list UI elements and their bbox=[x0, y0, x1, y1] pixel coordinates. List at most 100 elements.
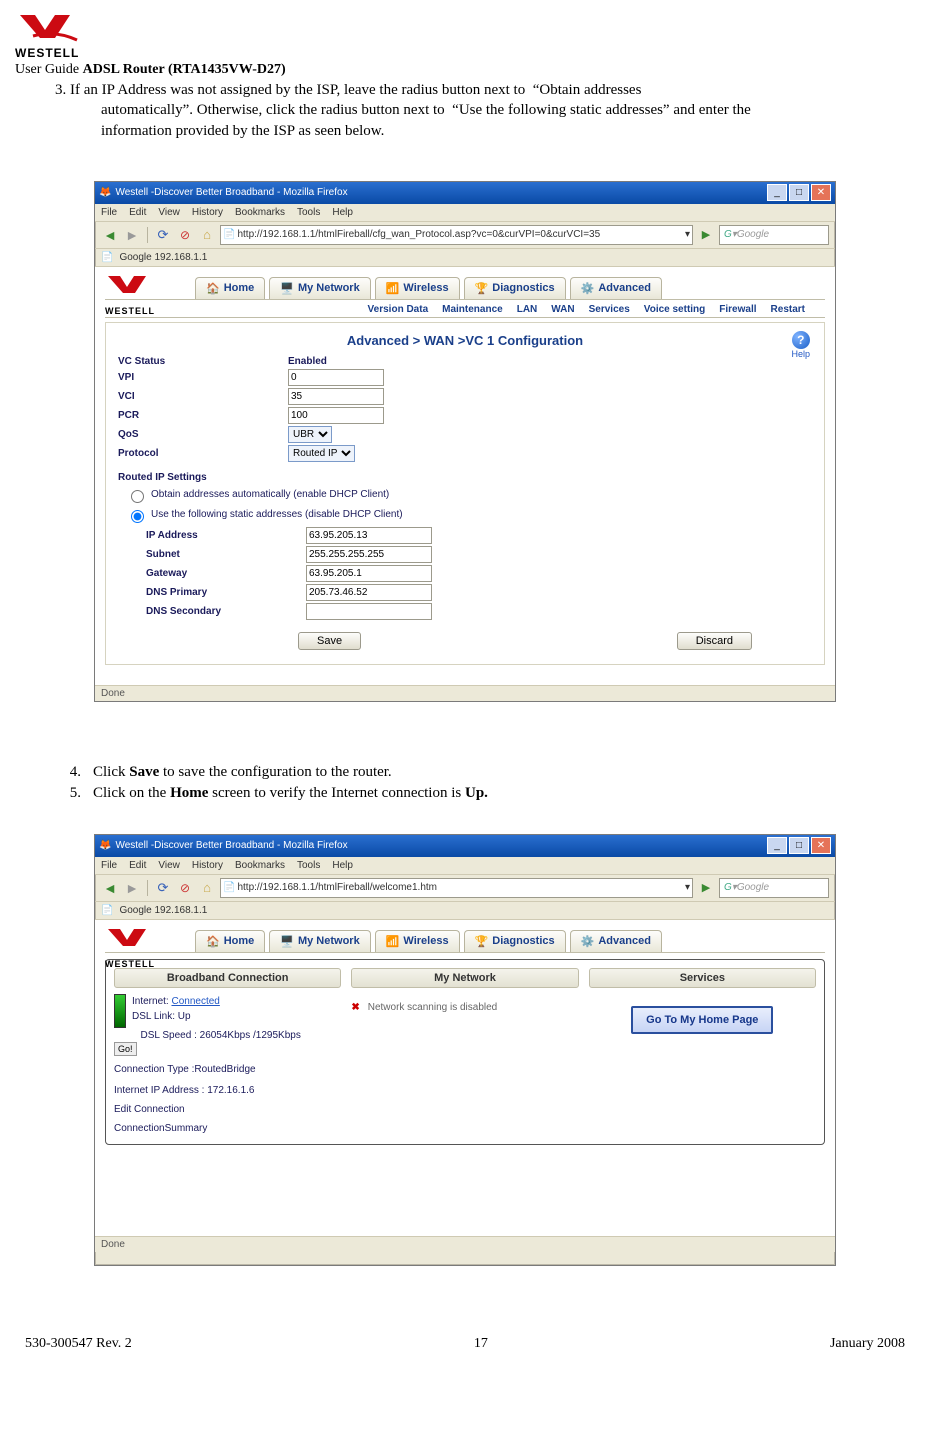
col-mynetwork: My Network bbox=[351, 968, 578, 988]
connection-summary-link[interactable]: ConnectionSummary bbox=[114, 1121, 341, 1136]
back-icon[interactable]: ◄ bbox=[101, 226, 119, 244]
discard-button[interactable]: Discard bbox=[677, 632, 752, 650]
bookmark-item[interactable]: Google 192.168.1.1 bbox=[119, 252, 207, 263]
screenshot-wan-config: 🦊 Westell -Discover Better Broadband - M… bbox=[94, 181, 836, 702]
go-button[interactable]: Go! bbox=[114, 1042, 137, 1056]
doc-header: User Guide ADSL Router (RTA1435VW-D27) bbox=[15, 62, 915, 78]
subtab-restart[interactable]: Restart bbox=[771, 304, 805, 315]
config-panel: ?Help Advanced > WAN >VC 1 Configuration… bbox=[105, 322, 825, 665]
menu-view[interactable]: View bbox=[158, 860, 180, 871]
save-button[interactable]: Save bbox=[298, 632, 361, 650]
menu-history[interactable]: History bbox=[192, 207, 223, 218]
subtab-version[interactable]: Version Data bbox=[368, 304, 429, 315]
search-box-2[interactable]: G▾ Google bbox=[719, 878, 829, 898]
tab-diagnostics[interactable]: 🏆Diagnostics bbox=[464, 930, 566, 952]
help-link[interactable]: ?Help bbox=[791, 331, 810, 359]
maximize-button[interactable]: □ bbox=[789, 837, 809, 854]
network-icon: 🖥️ bbox=[280, 935, 294, 948]
proto-label: Protocol bbox=[118, 448, 288, 459]
go-icon[interactable]: ▶ bbox=[697, 879, 715, 897]
minimize-button[interactable]: _ bbox=[767, 184, 787, 201]
search-box[interactable]: G▾ Google bbox=[719, 225, 829, 245]
close-button[interactable]: ✕ bbox=[811, 184, 831, 201]
ipaddr-input[interactable] bbox=[306, 527, 432, 544]
subtab-lan[interactable]: LAN bbox=[517, 304, 538, 315]
tab-advanced[interactable]: ⚙️Advanced bbox=[570, 930, 662, 952]
radio-dhcp[interactable] bbox=[131, 490, 144, 503]
window-titlebar: 🦊 Westell -Discover Better Broadband - M… bbox=[95, 182, 835, 204]
subtab-maint[interactable]: Maintenance bbox=[442, 304, 503, 315]
home-icon[interactable]: ⌂ bbox=[198, 879, 216, 897]
vpi-input[interactable] bbox=[288, 369, 384, 386]
internet-status-link[interactable]: Connected bbox=[171, 996, 219, 1007]
gateway-input[interactable] bbox=[306, 565, 432, 582]
subtab-firewall[interactable]: Firewall bbox=[719, 304, 756, 315]
menu-file[interactable]: File bbox=[101, 860, 117, 871]
forward-icon[interactable]: ► bbox=[123, 226, 141, 244]
close-button[interactable]: ✕ bbox=[811, 837, 831, 854]
pcr-input[interactable] bbox=[288, 407, 384, 424]
menu-edit[interactable]: Edit bbox=[129, 860, 146, 871]
menu-help[interactable]: Help bbox=[332, 860, 353, 871]
p3-l3: information provided by the ISP as seen … bbox=[55, 121, 384, 141]
forward-icon[interactable]: ► bbox=[123, 879, 141, 897]
subtab-voice[interactable]: Voice setting bbox=[644, 304, 706, 315]
dns1-input[interactable] bbox=[306, 584, 432, 601]
menu-edit[interactable]: Edit bbox=[129, 207, 146, 218]
tab-wireless[interactable]: 📶Wireless bbox=[375, 930, 460, 952]
menu-help[interactable]: Help bbox=[332, 207, 353, 218]
menu-view[interactable]: View bbox=[158, 207, 180, 218]
subnet-input[interactable] bbox=[306, 546, 432, 563]
vci-input[interactable] bbox=[288, 388, 384, 405]
reload-icon[interactable]: ⟳ bbox=[154, 879, 172, 897]
minimize-button[interactable]: _ bbox=[767, 837, 787, 854]
brand-text: WESTELL bbox=[15, 46, 915, 60]
nav-toolbar-2: ◄ ► ⟳ ⊘ ⌂ 📄 http://192.168.1.1/htmlFireb… bbox=[95, 874, 835, 902]
go-icon[interactable]: ▶ bbox=[697, 226, 715, 244]
menu-bookmarks[interactable]: Bookmarks bbox=[235, 207, 285, 218]
edit-connection-link[interactable]: Edit Connection bbox=[114, 1102, 341, 1117]
menu-tools[interactable]: Tools bbox=[297, 207, 320, 218]
nav-toolbar: ◄ ► ⟳ ⊘ ⌂ 📄 http://192.168.1.1/htmlFireb… bbox=[95, 221, 835, 249]
search-ph: Google bbox=[737, 229, 769, 240]
panel-title: Advanced > WAN >VC 1 Configuration bbox=[118, 333, 812, 348]
home-icon[interactable]: ⌂ bbox=[198, 226, 216, 244]
radio-static-label: Use the following static addresses (disa… bbox=[151, 509, 403, 520]
tab-mynetwork[interactable]: 🖥️My Network bbox=[269, 930, 370, 952]
subtab-services[interactable]: Services bbox=[589, 304, 630, 315]
address-bar-2[interactable]: 📄 http://192.168.1.1/htmlFireball/welcom… bbox=[220, 878, 693, 898]
vpi-label: VPI bbox=[118, 372, 288, 383]
tab-advanced[interactable]: ⚙️Advanced bbox=[570, 277, 662, 299]
menu-history[interactable]: History bbox=[192, 860, 223, 871]
firefox-icon: 🦊 bbox=[99, 187, 111, 198]
qos-select[interactable]: UBR bbox=[288, 426, 332, 443]
step5-bold2: Up. bbox=[465, 785, 488, 801]
menu-bookmarks[interactable]: Bookmarks bbox=[235, 860, 285, 871]
model-label: ADSL Router (RTA1435VW-D27) bbox=[83, 62, 286, 77]
back-icon[interactable]: ◄ bbox=[101, 879, 119, 897]
tab-home[interactable]: 🏠Home bbox=[195, 930, 265, 952]
tab-wireless[interactable]: 📶Wireless bbox=[375, 277, 460, 299]
dns2-input[interactable] bbox=[306, 603, 432, 620]
maximize-button[interactable]: □ bbox=[789, 184, 809, 201]
main-tabs-2: 🏠Home 🖥️My Network 📶Wireless 🏆Diagnostic… bbox=[105, 930, 825, 953]
tab-mynetwork[interactable]: 🖥️My Network bbox=[269, 277, 370, 299]
subtab-wan[interactable]: WAN bbox=[551, 304, 574, 315]
stop-icon[interactable]: ⊘ bbox=[176, 879, 194, 897]
goto-homepage-button[interactable]: Go To My Home Page bbox=[631, 1006, 773, 1034]
menu-tools[interactable]: Tools bbox=[297, 860, 320, 871]
menubar: File Edit View History Bookmarks Tools H… bbox=[95, 204, 835, 221]
reload-icon[interactable]: ⟳ bbox=[154, 226, 172, 244]
tab-diagnostics[interactable]: 🏆Diagnostics bbox=[464, 277, 566, 299]
window-title: Westell -Discover Better Broadband - Moz… bbox=[115, 187, 347, 198]
stop-icon[interactable]: ⊘ bbox=[176, 226, 194, 244]
gear-icon: ⚙️ bbox=[581, 935, 595, 948]
address-bar[interactable]: 📄 http://192.168.1.1/htmlFireball/cfg_wa… bbox=[220, 225, 693, 245]
bookmark-item-2[interactable]: Google 192.168.1.1 bbox=[119, 905, 207, 916]
radio-static[interactable] bbox=[131, 510, 144, 523]
steps-list: 4.Click Save to save the configuration t… bbox=[15, 762, 915, 804]
menu-file[interactable]: File bbox=[101, 207, 117, 218]
proto-select[interactable]: Routed IP bbox=[288, 445, 355, 462]
tab-home[interactable]: 🏠Home bbox=[195, 277, 265, 299]
col-services: Services bbox=[589, 968, 816, 988]
